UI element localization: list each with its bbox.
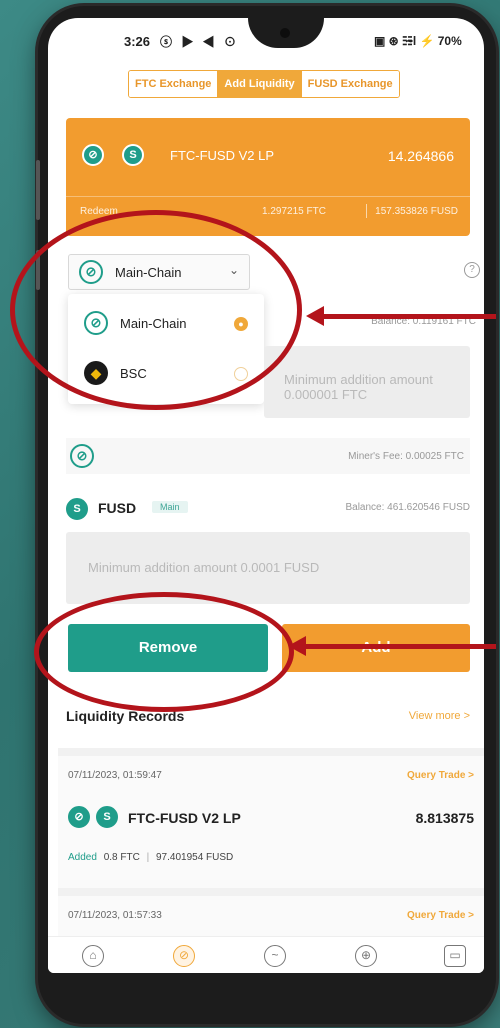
miner-fee-row: ⊘ Miner's Fee: 0.00025 FTC bbox=[66, 438, 470, 474]
chart-icon[interactable]: ~ bbox=[264, 945, 286, 967]
notification-icons: ⓢ ▶ ◀ ⊙ bbox=[160, 35, 240, 49]
added-ftc: 0.8 FTC bbox=[103, 852, 140, 863]
record-amount: 8.813875 bbox=[415, 810, 474, 826]
value-separator bbox=[366, 204, 367, 218]
query-trade-link[interactable]: Query Trade > bbox=[407, 770, 474, 781]
lp-ftc-value: 1.297215 FTC bbox=[262, 206, 326, 217]
miner-fee: Miner's Fee: 0.00025 FTC bbox=[348, 451, 464, 462]
lp-amount: 14.264866 bbox=[387, 148, 454, 164]
fusd-balance: Balance: 461.620546 FUSD bbox=[345, 502, 470, 513]
tab-add-liquidity[interactable]: Add Liquidity bbox=[217, 71, 301, 97]
fusd-label: FUSD bbox=[98, 500, 137, 516]
bottom-navigation: ⌂ ⊘ ~ ⊕ ▭ bbox=[48, 936, 484, 973]
ftc-coin-icon: ⊘ bbox=[82, 144, 104, 166]
exchange-tabs: FTC Exchange Add Liquidity FUSD Exchange bbox=[128, 70, 400, 98]
compass-icon[interactable]: ⊕ bbox=[355, 945, 377, 967]
home-icon[interactable]: ⌂ bbox=[82, 945, 104, 967]
annotation-circle-chain bbox=[10, 210, 302, 410]
ftc-coin-icon: ⊘ bbox=[68, 806, 90, 828]
query-trade-link[interactable]: Query Trade > bbox=[407, 910, 474, 921]
annotation-arrow-chain bbox=[322, 314, 496, 319]
exchange-icon[interactable]: ⊘ bbox=[173, 945, 195, 967]
status-time: 3:26 bbox=[124, 34, 151, 49]
added-tag: Added bbox=[68, 852, 97, 863]
annotation-arrow-head bbox=[306, 306, 324, 326]
records-header: Liquidity Records View more > bbox=[66, 708, 470, 730]
tab-fusd-exchange[interactable]: FUSD Exchange bbox=[300, 71, 399, 97]
wallet-icon[interactable]: ▭ bbox=[444, 945, 466, 967]
tab-ftc-exchange[interactable]: FTC Exchange bbox=[129, 71, 218, 97]
ftc-amount-input[interactable]: Minimum addition amount 0.000001 FTC bbox=[264, 346, 470, 418]
ftc-logo-icon: ⊘ bbox=[70, 444, 94, 468]
record-added-info: Added 0.8 FTC | 97.401954 FUSD bbox=[68, 852, 233, 863]
system-status-icons: ▣ ⊛ ☷̴l ⚡ 70% bbox=[374, 34, 462, 48]
app-screen: 3:26 ⓢ ▶ ◀ ⊙ ▣ ⊛ ☷̴l ⚡ 70% FTC Exchange … bbox=[48, 18, 484, 973]
annotation-arrow-remove bbox=[304, 644, 496, 649]
fusd-coin-icon: S bbox=[66, 498, 88, 520]
card-divider bbox=[66, 196, 470, 197]
annotation-arrow-head bbox=[288, 636, 306, 656]
added-fusd: 97.401954 FUSD bbox=[156, 852, 234, 863]
record-card[interactable]: 07/11/2023, 01:59:47 Query Trade > ⊘ S F… bbox=[58, 748, 484, 888]
ftc-input-placeholder: Minimum addition amount 0.000001 FTC bbox=[284, 372, 433, 402]
help-icon[interactable]: ? bbox=[464, 262, 480, 278]
lp-fusd-value: 157.353826 FUSD bbox=[375, 206, 458, 217]
lp-pair-name: FTC-FUSD V2 LP bbox=[170, 148, 275, 163]
record-date: 07/11/2023, 01:59:47 bbox=[68, 770, 162, 781]
record-date: 07/11/2023, 01:57:33 bbox=[68, 910, 162, 921]
record-pair-name: FTC-FUSD V2 LP bbox=[128, 810, 241, 826]
fusd-row: S FUSD Main Balance: 461.620546 FUSD bbox=[66, 496, 470, 522]
added-separator: | bbox=[146, 852, 150, 863]
chain-badge: Main bbox=[152, 501, 188, 513]
fusd-coin-icon: S bbox=[96, 806, 118, 828]
annotation-circle-remove bbox=[34, 592, 294, 712]
fusd-input-placeholder: Minimum addition amount 0.0001 FUSD bbox=[88, 560, 320, 575]
fusd-coin-icon: S bbox=[122, 144, 144, 166]
front-camera bbox=[280, 28, 290, 38]
fusd-amount-input[interactable]: Minimum addition amount 0.0001 FUSD bbox=[66, 532, 470, 604]
volume-button bbox=[36, 160, 40, 220]
view-more-link[interactable]: View more > bbox=[409, 710, 470, 722]
